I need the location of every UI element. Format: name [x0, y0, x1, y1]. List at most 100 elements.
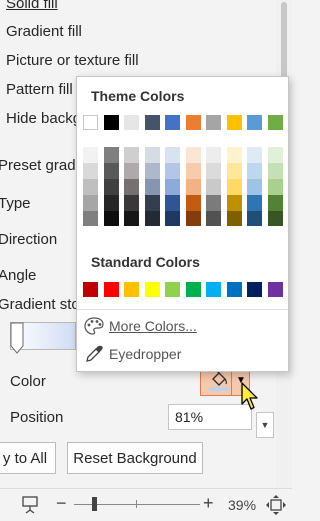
theme-color-swatch[interactable]	[165, 115, 180, 130]
theme-color-swatch[interactable]	[185, 115, 201, 130]
angle-label: Angle	[0, 267, 37, 284]
theme-color-swatch[interactable]	[83, 211, 98, 226]
theme-color-swatch[interactable]	[103, 163, 119, 179]
theme-color-swatch[interactable]	[83, 195, 98, 211]
theme-color-swatch[interactable]	[103, 147, 119, 163]
position-spinner-down[interactable]: ▼	[256, 412, 274, 438]
standard-color-swatch[interactable]	[185, 282, 201, 297]
theme-color-swatch[interactable]	[247, 115, 262, 130]
theme-color-swatch[interactable]	[247, 163, 262, 179]
theme-color-swatch[interactable]	[226, 115, 242, 130]
zoom-out-button[interactable]: −	[56, 493, 67, 514]
theme-color-swatch[interactable]	[165, 211, 180, 226]
theme-color-swatch[interactable]	[124, 195, 139, 211]
presenter-view-icon[interactable]	[20, 496, 40, 514]
preset-gradients-label: Preset gradie	[0, 157, 88, 174]
mouse-pointer-icon	[241, 382, 258, 410]
theme-color-swatch[interactable]	[103, 195, 119, 211]
theme-color-swatch[interactable]	[144, 163, 160, 179]
theme-color-swatch[interactable]	[124, 211, 139, 226]
theme-color-swatch[interactable]	[165, 179, 180, 195]
standard-color-swatch[interactable]	[103, 282, 119, 297]
theme-color-swatch[interactable]	[144, 211, 160, 226]
theme-color-swatch[interactable]	[226, 179, 242, 195]
theme-color-swatch[interactable]	[185, 211, 201, 226]
status-bar: − + 39%	[0, 488, 292, 521]
theme-color-swatch[interactable]	[185, 147, 201, 163]
standard-color-swatch[interactable]	[144, 282, 160, 297]
theme-color-swatch[interactable]	[206, 211, 221, 226]
theme-color-swatch[interactable]	[83, 147, 98, 163]
standard-color-swatch[interactable]	[124, 282, 139, 297]
theme-color-swatch[interactable]	[165, 195, 180, 211]
solid-fill-option[interactable]: Solid fill	[6, 0, 58, 14]
theme-color-swatch[interactable]	[267, 147, 283, 163]
gradient-fill-label: Gradient fill	[6, 22, 82, 40]
theme-color-swatch[interactable]	[267, 195, 283, 211]
theme-color-swatch[interactable]	[103, 179, 119, 195]
pattern-fill-option[interactable]: Pattern fill	[6, 78, 73, 100]
standard-color-swatch[interactable]	[226, 282, 242, 297]
theme-color-swatch[interactable]	[185, 195, 201, 211]
theme-color-swatch[interactable]	[83, 115, 98, 130]
theme-color-swatch[interactable]	[124, 163, 139, 179]
zoom-slider[interactable]	[74, 497, 200, 511]
theme-color-swatch[interactable]	[144, 179, 160, 195]
theme-color-swatch[interactable]	[247, 147, 262, 163]
zoom-slider-thumb[interactable]	[92, 497, 97, 511]
theme-color-swatch[interactable]	[124, 179, 139, 195]
zoom-level[interactable]: 39%	[228, 497, 256, 513]
theme-color-swatch[interactable]	[206, 163, 221, 179]
theme-color-swatch[interactable]	[247, 211, 262, 226]
theme-color-swatch[interactable]	[185, 163, 201, 179]
fit-to-window-icon[interactable]	[265, 494, 287, 516]
eyedropper-item[interactable]: Eyedropper	[81, 342, 284, 366]
hide-background-checkbox[interactable]: Hide backg	[6, 107, 81, 129]
standard-color-swatch[interactable]	[83, 282, 98, 297]
theme-color-swatch[interactable]	[144, 195, 160, 211]
palette-divider	[77, 309, 288, 310]
gradient-stop-handle[interactable]	[10, 322, 24, 354]
theme-color-swatch[interactable]	[226, 163, 242, 179]
theme-color-swatch[interactable]	[247, 179, 262, 195]
position-input[interactable]: 81%	[168, 404, 252, 430]
theme-color-swatch[interactable]	[103, 211, 119, 226]
theme-color-swatch[interactable]	[206, 147, 221, 163]
theme-color-swatch[interactable]	[267, 163, 283, 179]
theme-color-swatch[interactable]	[226, 147, 242, 163]
theme-color-swatch[interactable]	[144, 115, 160, 130]
theme-color-swatch[interactable]	[206, 179, 221, 195]
theme-color-swatch[interactable]	[83, 179, 98, 195]
theme-color-swatch[interactable]	[144, 147, 160, 163]
theme-color-swatch[interactable]	[247, 195, 262, 211]
theme-color-swatch[interactable]	[103, 115, 119, 130]
paint-bucket-icon	[209, 369, 229, 391]
theme-color-swatch[interactable]	[226, 211, 242, 226]
solid-fill-label: Solid fill	[6, 0, 58, 12]
eyedropper-icon	[83, 343, 105, 365]
theme-color-swatch[interactable]	[267, 115, 283, 130]
gradient-fill-option[interactable]: Gradient fill	[6, 20, 82, 42]
standard-color-swatch[interactable]	[267, 282, 283, 297]
theme-color-swatch[interactable]	[124, 115, 139, 130]
theme-color-swatch[interactable]	[206, 115, 221, 130]
theme-color-swatch[interactable]	[124, 147, 139, 163]
theme-color-swatch[interactable]	[165, 147, 180, 163]
color-wheel-icon	[83, 315, 105, 337]
theme-color-swatch[interactable]	[226, 195, 242, 211]
reset-background-button[interactable]: Reset Background	[67, 442, 203, 474]
more-colors-item[interactable]: More Colors...	[81, 314, 284, 338]
standard-color-swatch[interactable]	[247, 282, 262, 297]
apply-to-all-button[interactable]: y to All	[0, 442, 56, 474]
zoom-in-button[interactable]: +	[203, 493, 214, 514]
theme-color-swatch[interactable]	[83, 163, 98, 179]
standard-color-swatch[interactable]	[206, 282, 221, 297]
theme-color-swatch[interactable]	[185, 179, 201, 195]
theme-color-swatch[interactable]	[165, 163, 180, 179]
picture-fill-option[interactable]: Picture or texture fill	[6, 49, 139, 71]
theme-color-swatch[interactable]	[267, 211, 283, 226]
color-label: Color	[10, 373, 46, 390]
theme-color-swatch[interactable]	[206, 195, 221, 211]
theme-color-swatch[interactable]	[267, 179, 283, 195]
standard-color-swatch[interactable]	[165, 282, 180, 297]
